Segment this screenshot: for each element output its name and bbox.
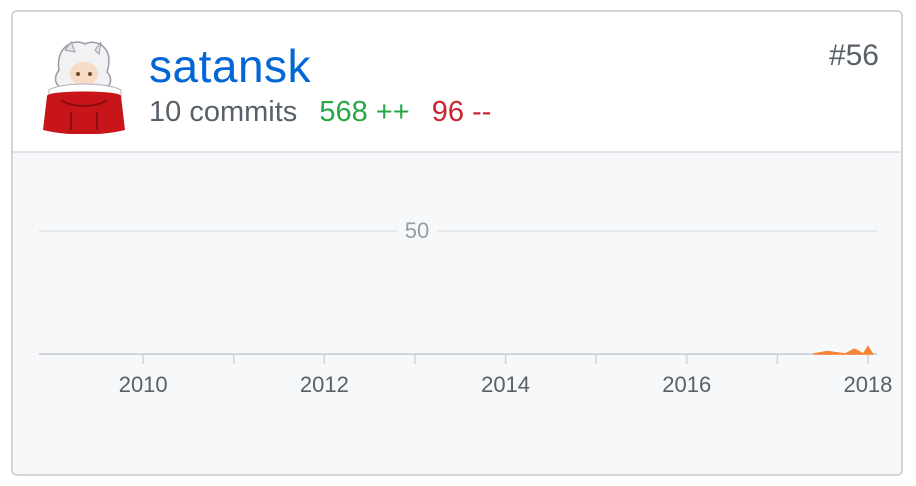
- area-series-0: [813, 345, 874, 355]
- contribution-graph: 50 2010 2012 2014 2016 2018: [13, 153, 901, 474]
- x-tick-label-2018: 2018: [843, 372, 892, 397]
- contributor-card: satansk 10 commits 568 ++ 96 -- #56 50 2…: [11, 10, 903, 476]
- x-tick-label-2012: 2012: [300, 372, 349, 397]
- avatar[interactable]: [41, 38, 127, 135]
- x-tick-label-2014: 2014: [481, 372, 530, 397]
- x-tick-label-2016: 2016: [662, 372, 711, 397]
- contribution-chart: 50 2010 2012 2014 2016 2018: [39, 217, 892, 397]
- commits-count[interactable]: 10 commits: [149, 96, 297, 128]
- x-tick-label-2010: 2010: [119, 372, 168, 397]
- deletions-count: 96 --: [431, 96, 492, 128]
- username-link[interactable]: satansk: [149, 38, 311, 94]
- contributor-header: satansk 10 commits 568 ++ 96 -- #56: [13, 12, 901, 153]
- y-tick-label: 50: [405, 218, 429, 243]
- avatar-image: [43, 40, 125, 135]
- rank-number: #56: [828, 39, 879, 72]
- contribution-stats: 10 commits 568 ++ 96 --: [149, 94, 491, 130]
- additions-count: 568 ++: [319, 96, 410, 128]
